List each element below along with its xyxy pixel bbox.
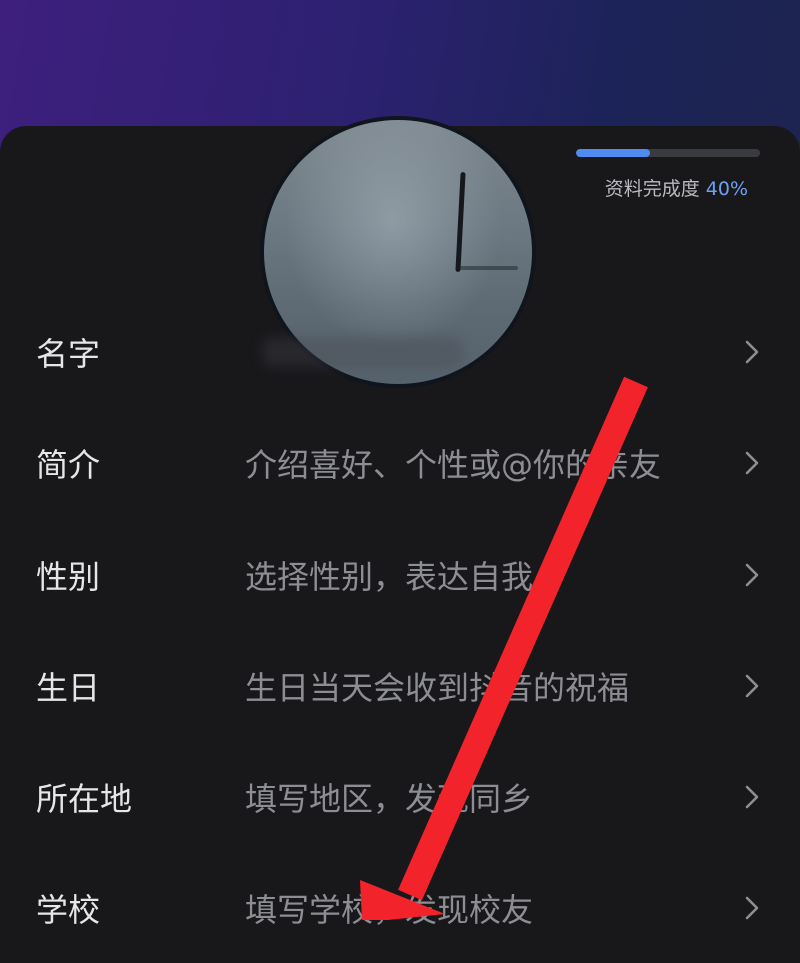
- name-value-blurred: [262, 336, 462, 367]
- chevron-right-icon: [745, 563, 759, 586]
- profile-completion-progress-fill: [576, 149, 650, 157]
- profile-completion-text: 资料完成度: [604, 178, 700, 200]
- field-row-location[interactable]: 所在地 填写地区，发现同乡: [0, 741, 800, 852]
- field-value-placeholder: 生日当天会收到抖音的祝福: [245, 668, 630, 707]
- profile-completion-label: 资料完成度 40%: [605, 174, 748, 201]
- field-row-birthday[interactable]: 生日 生日当天会收到抖音的祝福: [0, 630, 800, 741]
- chevron-right-icon: [745, 896, 759, 919]
- field-value-placeholder: 介绍喜好、个性或@你的亲友: [245, 445, 662, 484]
- field-row-name[interactable]: 名字: [0, 296, 800, 407]
- chevron-right-icon: [745, 674, 759, 697]
- avatar-image-detail: [455, 171, 466, 273]
- field-label: 学校: [36, 890, 101, 929]
- field-row-gender[interactable]: 性别 选择性别，表达自我: [0, 519, 800, 630]
- chevron-right-icon: [745, 785, 759, 808]
- field-label: 性别: [36, 557, 101, 596]
- profile-completion-percent: 40%: [705, 178, 748, 200]
- avatar-image-shadow: [460, 266, 518, 270]
- chevron-right-icon: [745, 340, 759, 363]
- field-value-placeholder: 填写学校，发现校友: [245, 890, 534, 929]
- field-row-school[interactable]: 学校 填写学校，发现校友: [0, 852, 800, 963]
- profile-completion-progress-bar: [576, 149, 760, 157]
- field-row-bio[interactable]: 简介 介绍喜好、个性或@你的亲友: [0, 407, 800, 518]
- field-label: 名字: [36, 334, 101, 373]
- field-label: 生日: [36, 668, 101, 707]
- field-label: 简介: [36, 445, 101, 484]
- field-label: 所在地: [36, 779, 133, 818]
- field-value-placeholder: 选择性别，表达自我: [245, 557, 534, 596]
- field-value-placeholder: 填写地区，发现同乡: [245, 779, 534, 818]
- chevron-right-icon: [745, 451, 759, 474]
